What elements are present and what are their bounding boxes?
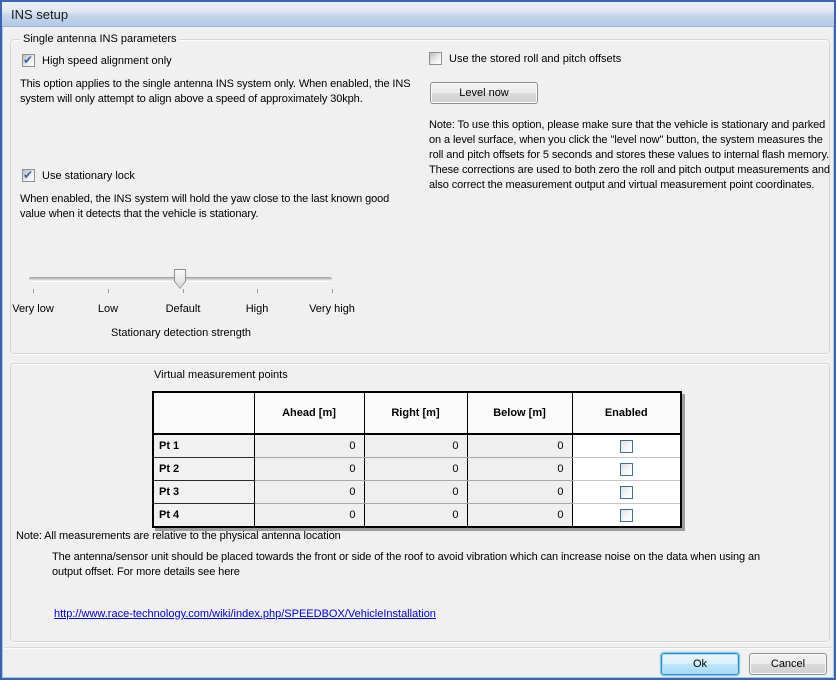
high-speed-description: This option applies to the single antenn… <box>20 77 412 107</box>
vmp-row-label: Pt 2 <box>153 458 254 481</box>
placement-note: The antenna/sensor unit should be placed… <box>52 550 792 580</box>
ins-setup-dialog: INS setup Single antenna INS parameters … <box>0 0 836 680</box>
vmp-ahead-cell[interactable]: 0 <box>254 458 364 481</box>
table-row: Pt 3000 <box>153 481 681 504</box>
vmp-column-header: Enabled <box>572 392 681 434</box>
wiki-link[interactable]: http://www.race-technology.com/wiki/inde… <box>54 608 436 620</box>
table-row: Pt 2000 <box>153 458 681 481</box>
slider-tick <box>332 289 333 293</box>
vmp-below-cell[interactable]: 0 <box>467 434 572 458</box>
group-single-antenna-label: Single antenna INS parameters <box>20 32 179 46</box>
vmp-right-cell[interactable]: 0 <box>364 481 467 504</box>
vmp-enabled-cell <box>572 481 681 504</box>
enabled-checkbox[interactable] <box>620 463 633 476</box>
level-now-note: Note: To use this option, please make su… <box>429 118 831 193</box>
vmp-ahead-cell[interactable]: 0 <box>254 481 364 504</box>
cancel-button[interactable]: Cancel <box>749 653 827 675</box>
vmp-enabled-cell <box>572 434 681 458</box>
vmp-header-row: Ahead [m]Right [m]Below [m]Enabled <box>153 392 681 434</box>
vmp-enabled-cell <box>572 504 681 528</box>
slider-label-0: Very low <box>12 303 54 315</box>
enabled-checkbox[interactable] <box>620 486 633 499</box>
vmp-column-header: Ahead [m] <box>254 392 364 434</box>
stored-offsets-checkbox[interactable] <box>429 52 442 65</box>
slider-label-1: Low <box>98 303 118 315</box>
slider-tick <box>183 289 184 293</box>
high-speed-checkbox[interactable] <box>22 54 35 67</box>
slider-label-3: High <box>246 303 269 315</box>
high-speed-checkbox-label[interactable]: High speed alignment only <box>42 54 172 68</box>
stored-offsets-checkbox-label[interactable]: Use the stored roll and pitch offsets <box>449 52 621 66</box>
vmp-corner-header <box>153 392 254 434</box>
vmp-column-header: Right [m] <box>364 392 467 434</box>
vmp-right-cell[interactable]: 0 <box>364 458 467 481</box>
vmp-ahead-cell[interactable]: 0 <box>254 434 364 458</box>
vmp-table-title: Virtual measurement points <box>154 369 288 381</box>
enabled-checkbox[interactable] <box>620 509 633 522</box>
vmp-row-label: Pt 1 <box>153 434 254 458</box>
ok-button[interactable]: Ok <box>661 653 739 675</box>
vmp-table: Ahead [m]Right [m]Below [m]Enabled Pt 10… <box>152 391 682 528</box>
footer-separator <box>4 647 832 648</box>
vmp-row-label: Pt 4 <box>153 504 254 528</box>
stationary-lock-checkbox[interactable] <box>22 169 35 182</box>
vmp-below-cell[interactable]: 0 <box>467 458 572 481</box>
vmp-enabled-cell <box>572 458 681 481</box>
vmp-right-cell[interactable]: 0 <box>364 504 467 528</box>
slider-caption: Stationary detection strength <box>105 327 257 339</box>
title-bar: INS setup <box>2 2 834 27</box>
slider-label-4: Very high <box>309 303 355 315</box>
stationary-lock-description: When enabled, the INS system will hold t… <box>20 192 412 222</box>
slider-tick <box>33 289 34 293</box>
table-row: Pt 1000 <box>153 434 681 458</box>
enabled-checkbox[interactable] <box>620 440 633 453</box>
vmp-row-label: Pt 3 <box>153 481 254 504</box>
vmp-right-cell[interactable]: 0 <box>364 434 467 458</box>
vmp-below-cell[interactable]: 0 <box>467 504 572 528</box>
vmp-below-cell[interactable]: 0 <box>467 481 572 504</box>
slider-tick <box>257 289 258 293</box>
vmp-tbody: Pt 1000Pt 2000Pt 3000Pt 4000 <box>153 434 681 527</box>
stationary-lock-checkbox-label[interactable]: Use stationary lock <box>42 169 135 183</box>
antenna-note: Note: All measurements are relative to t… <box>16 529 796 544</box>
slider-tick <box>108 289 109 293</box>
window-title: INS setup <box>11 7 68 22</box>
vmp-column-header: Below [m] <box>467 392 572 434</box>
level-now-button[interactable]: Level now <box>430 82 538 104</box>
slider-label-2: Default <box>166 303 201 315</box>
vmp-ahead-cell[interactable]: 0 <box>254 504 364 528</box>
table-row: Pt 4000 <box>153 504 681 528</box>
